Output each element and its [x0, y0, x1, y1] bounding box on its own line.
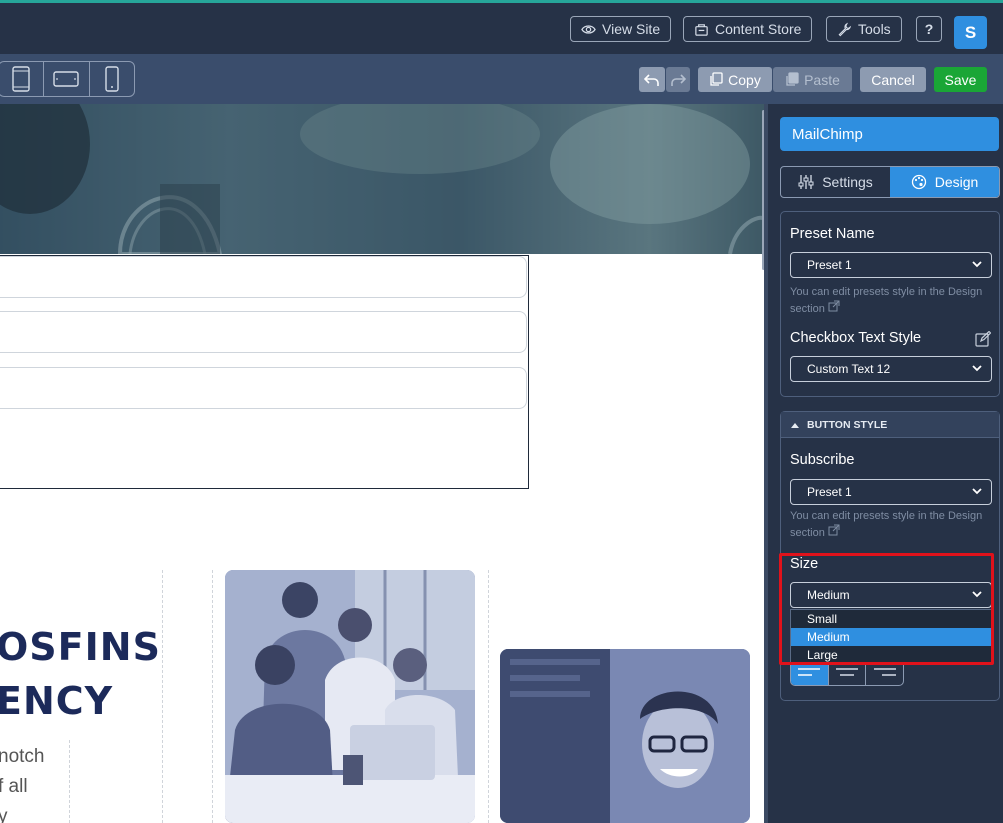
tools-label: Tools — [858, 21, 891, 37]
copy-icon — [710, 72, 723, 86]
store-icon — [695, 23, 708, 36]
highlight-box — [779, 553, 994, 665]
form-input-3[interactable] — [0, 367, 527, 409]
editor-toolbar: Copy Paste Cancel Save — [0, 54, 1003, 104]
copy-label: Copy — [728, 71, 761, 88]
edit-icon[interactable] — [975, 331, 991, 347]
hero-photo — [0, 104, 764, 254]
section-body-text[interactable]: notch f all y — [0, 742, 44, 823]
preset-name-select[interactable]: Preset 1 — [790, 252, 992, 278]
tab-settings-label: Settings — [822, 174, 873, 190]
chevron-down-icon — [972, 261, 982, 268]
preset-section: Preset Name Preset 1 You can edit preset… — [780, 211, 1000, 397]
section-headline[interactable]: OSFINS ENCY — [0, 620, 161, 728]
subscribe-label: Subscribe — [790, 452, 855, 468]
checkbox-text-style-label: Checkbox Text Style — [790, 330, 922, 346]
tablet-landscape-button[interactable] — [44, 62, 90, 96]
widget-title: MailChimp — [780, 117, 999, 151]
page-canvas[interactable]: OSFINS ENCY notch f all y — [0, 104, 764, 823]
chevron-down-icon — [972, 488, 982, 495]
sliders-icon — [798, 175, 814, 189]
headline-line-2: ENCY — [0, 679, 114, 723]
body-line-1: notch — [0, 746, 45, 767]
mobile-button[interactable] — [90, 62, 134, 96]
team-photo[interactable] — [225, 570, 475, 823]
wrench-icon — [838, 22, 852, 36]
headline-line-1: OSFINS — [0, 625, 161, 669]
body-line-2: f all — [0, 776, 28, 797]
mobile-icon — [105, 66, 119, 92]
help-label: ? — [924, 21, 934, 37]
view-site-label: View Site — [602, 21, 661, 37]
column-divider — [488, 570, 489, 823]
hero-image[interactable] — [0, 104, 764, 254]
column-divider — [162, 570, 163, 823]
save-label: Save — [944, 71, 977, 88]
top-bar: View Site Content Store Tools ? S — [0, 0, 1003, 54]
tab-settings[interactable]: Settings — [781, 167, 890, 197]
subscribe-hint: You can edit presets style in the Design… — [790, 508, 990, 541]
subscribe-preset-value: Preset 1 — [807, 485, 852, 499]
align-left-icon — [798, 667, 821, 676]
align-center-icon — [836, 667, 858, 676]
chevron-down-icon — [972, 365, 982, 372]
palette-icon — [911, 174, 926, 190]
checkbox-text-style-value: Custom Text 12 — [807, 362, 891, 376]
body-line-3: y — [0, 806, 8, 823]
team-photo-image — [225, 570, 475, 823]
cancel-label: Cancel — [871, 71, 915, 88]
column-divider — [212, 570, 213, 823]
external-link-icon[interactable] — [828, 524, 840, 536]
column-divider — [69, 740, 70, 823]
redo-icon — [671, 73, 686, 86]
tablet-portrait-button[interactable] — [0, 62, 45, 96]
device-switcher — [0, 61, 135, 97]
view-site-button[interactable]: View Site — [570, 16, 672, 42]
redo-button[interactable] — [666, 67, 690, 92]
person-photo[interactable] — [500, 649, 750, 823]
person-photo-image — [500, 649, 750, 823]
widget-title-label: MailChimp — [792, 125, 863, 143]
mailchimp-form[interactable] — [0, 255, 529, 489]
undo-button[interactable] — [639, 67, 665, 92]
tab-design-label: Design — [934, 174, 979, 190]
subscribe-hint-text: You can edit presets style in the Design… — [790, 510, 983, 539]
content-store-label: Content Store — [715, 21, 802, 37]
avatar[interactable]: S — [954, 16, 987, 49]
checkbox-text-style-select[interactable]: Custom Text 12 — [790, 356, 992, 382]
settings-panel: MailChimp Settings Design Preset Name Pr… — [764, 104, 1003, 823]
preset-name-value: Preset 1 — [807, 258, 852, 272]
content-store-button[interactable]: Content Store — [683, 16, 813, 42]
form-input-2[interactable] — [0, 311, 527, 353]
undo-icon — [644, 73, 659, 86]
tools-button[interactable]: Tools — [826, 16, 902, 42]
avatar-initial: S — [964, 22, 977, 42]
preset-hint-text: You can edit presets style in the Design… — [790, 286, 983, 315]
align-right-icon — [873, 667, 896, 676]
caret-up-icon — [791, 422, 799, 428]
tablet-landscape-icon — [53, 71, 80, 87]
tab-design[interactable]: Design — [890, 167, 999, 197]
help-button[interactable]: ? — [916, 16, 942, 42]
eye-icon — [581, 24, 596, 34]
button-style-header[interactable]: BUTTON STYLE — [781, 412, 999, 438]
form-input-1[interactable] — [0, 256, 527, 298]
save-button[interactable]: Save — [934, 67, 987, 92]
preset-name-label: Preset Name — [790, 226, 875, 242]
panel-tabs: Settings Design — [780, 166, 1000, 198]
paste-icon — [786, 72, 799, 86]
cancel-button[interactable]: Cancel — [860, 67, 926, 92]
tablet-portrait-icon — [12, 66, 30, 92]
button-style-title: BUTTON STYLE — [807, 418, 888, 431]
preset-hint: You can edit presets style in the Design… — [790, 284, 990, 317]
paste-button[interactable]: Paste — [773, 67, 852, 92]
paste-label: Paste — [804, 71, 840, 88]
copy-button[interactable]: Copy — [698, 67, 772, 92]
external-link-icon[interactable] — [828, 300, 840, 312]
subscribe-preset-select[interactable]: Preset 1 — [790, 479, 992, 505]
